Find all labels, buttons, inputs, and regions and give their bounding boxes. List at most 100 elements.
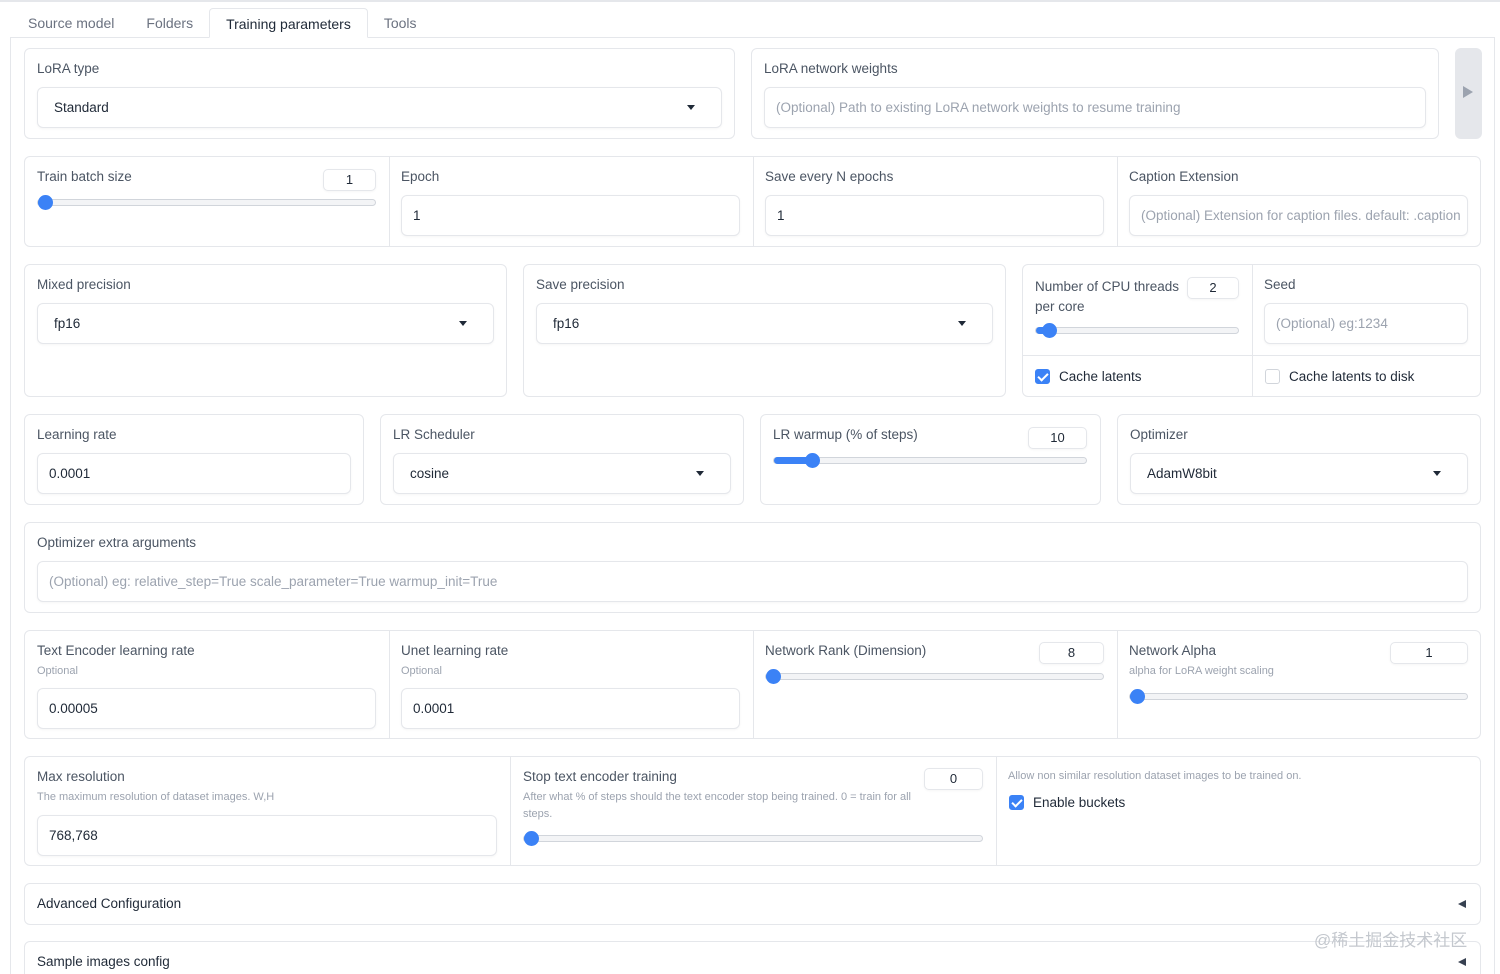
optimizer-value: AdamW8bit <box>1147 466 1217 481</box>
tab-training-parameters[interactable]: Training parameters <box>209 8 368 38</box>
mixed-precision-value: fp16 <box>54 316 81 331</box>
watermark: @稀土掘金技术社区 <box>1314 931 1468 950</box>
advanced-configuration-accordion[interactable]: Advanced Configuration <box>24 883 1481 925</box>
network-rank-slider[interactable] <box>765 669 1104 684</box>
divider <box>1117 631 1118 738</box>
save-precision-card: Save precision fp16 <box>523 264 1006 397</box>
network-alpha-number[interactable]: 1 <box>1390 642 1468 664</box>
chevron-down-icon <box>696 471 704 476</box>
lr-scheduler-select[interactable]: cosine <box>393 453 731 494</box>
text-encoder-lr-sublabel: Optional <box>37 665 78 677</box>
epoch-label: Epoch <box>401 169 440 184</box>
lora-weights-input[interactable]: (Optional) Path to existing LoRA network… <box>764 87 1426 128</box>
max-resolution-sublabel: The maximum resolution of dataset images… <box>37 791 275 803</box>
chevron-down-icon <box>687 105 695 110</box>
stop-te-slider[interactable] <box>523 831 983 846</box>
save-precision-value: fp16 <box>553 316 580 331</box>
epoch-input[interactable]: 1 <box>401 195 740 236</box>
divider <box>510 757 511 865</box>
max-resolution-input[interactable]: 768,768 <box>37 815 497 856</box>
network-alpha-label: Network Alpha <box>1129 643 1217 658</box>
lr-scheduler-label: LR Scheduler <box>393 427 475 442</box>
enable-buckets-label: Enable buckets <box>1033 795 1126 810</box>
stop-te-label: Stop text encoder training <box>523 769 677 784</box>
lr-warmup-number[interactable]: 10 <box>1028 427 1087 449</box>
seed-input[interactable]: (Optional) eg:1234 <box>1264 303 1468 344</box>
divider <box>1023 355 1480 356</box>
optimizer-args-input[interactable]: (Optional) eg: relative_step=True scale_… <box>37 561 1468 602</box>
slider-thumb[interactable] <box>1042 323 1058 338</box>
cpu-threads-label: Number of CPU threads per core <box>1035 277 1179 317</box>
divider <box>389 631 390 738</box>
tab-folders[interactable]: Folders <box>130 8 209 38</box>
triangle-left-icon <box>1458 900 1466 908</box>
caption-extension-input[interactable]: (Optional) Extension for caption files. … <box>1129 195 1468 236</box>
lr-network-row: Text Encoder learning rate Optional 0.00… <box>24 630 1481 739</box>
lora-weights-card: LoRA network weights (Optional) Path to … <box>751 48 1439 139</box>
divider <box>1252 265 1253 396</box>
enable-buckets-checkbox[interactable] <box>1009 795 1024 810</box>
lora-type-card: LoRA type Standard <box>24 48 735 139</box>
lr-scheduler-value: cosine <box>410 466 450 481</box>
lora-type-value: Standard <box>54 100 109 115</box>
stop-te-number[interactable]: 0 <box>924 768 983 790</box>
network-alpha-slider[interactable] <box>1129 689 1468 704</box>
save-precision-label: Save precision <box>536 277 625 292</box>
sample-images-accordion[interactable]: Sample images config <box>24 941 1481 974</box>
stop-te-sublabel: After what % of steps should the text en… <box>523 791 911 820</box>
side-folder-button[interactable] <box>1455 48 1482 139</box>
mixed-precision-card: Mixed precision fp16 <box>24 264 507 397</box>
cpu-threads-label-line2: per core <box>1035 299 1085 314</box>
chevron-down-icon <box>958 321 966 326</box>
tab-bar: Source model Folders Training parameters… <box>12 8 433 38</box>
tab-source-model[interactable]: Source model <box>12 8 130 38</box>
divider <box>1117 157 1118 246</box>
slider-thumb[interactable] <box>524 831 539 846</box>
train-batch-size-slider[interactable] <box>37 195 376 210</box>
slider-thumb[interactable] <box>766 669 781 684</box>
unet-lr-sublabel: Optional <box>401 665 442 677</box>
lora-weights-label: LoRA network weights <box>764 61 898 76</box>
optimizer-args-card: Optimizer extra arguments (Optional) eg:… <box>24 522 1481 613</box>
threads-seed-card: Number of CPU threads per core 2 Seed (O… <box>1022 264 1481 397</box>
cache-latents-disk-checkbox[interactable] <box>1265 369 1280 384</box>
cache-latents-disk-label: Cache latents to disk <box>1289 369 1415 384</box>
lora-type-select[interactable]: Standard <box>37 87 722 128</box>
mixed-precision-select[interactable]: fp16 <box>37 303 494 344</box>
slider-thumb[interactable] <box>1130 689 1145 704</box>
lora-type-label: LoRA type <box>37 61 100 76</box>
divider <box>996 757 997 865</box>
unet-lr-input[interactable]: 0.0001 <box>401 688 740 729</box>
optimizer-label: Optimizer <box>1130 427 1188 442</box>
network-alpha-sublabel: alpha for LoRA weight scaling <box>1129 665 1274 677</box>
caption-extension-label: Caption Extension <box>1129 169 1239 184</box>
resolution-buckets-row: Max resolution The maximum resolution of… <box>24 756 1481 866</box>
text-encoder-lr-input[interactable]: 0.00005 <box>37 688 376 729</box>
optimizer-select[interactable]: AdamW8bit <box>1130 453 1468 494</box>
tab-tools[interactable]: Tools <box>368 8 433 38</box>
save-every-input[interactable]: 1 <box>765 195 1104 236</box>
learning-rate-input[interactable]: 0.0001 <box>37 453 351 494</box>
mixed-precision-label: Mixed precision <box>37 277 131 292</box>
save-every-label: Save every N epochs <box>765 169 894 184</box>
cache-latents-checkbox[interactable] <box>1035 369 1050 384</box>
train-batch-size-number[interactable]: 1 <box>323 169 376 191</box>
learning-rate-card: Learning rate 0.0001 <box>24 414 364 505</box>
buckets-hint: Allow non similar resolution dataset ima… <box>1008 770 1302 782</box>
accordion-title: Sample images config <box>37 954 170 969</box>
cpu-threads-number[interactable]: 2 <box>1187 277 1239 299</box>
network-rank-label: Network Rank (Dimension) <box>765 643 927 658</box>
lr-scheduler-card: LR Scheduler cosine <box>380 414 744 505</box>
cpu-threads-slider[interactable] <box>1035 323 1239 338</box>
divider <box>753 631 754 738</box>
save-precision-select[interactable]: fp16 <box>536 303 993 344</box>
accordion-title: Advanced Configuration <box>37 896 182 911</box>
batch-epoch-row: Train batch size 1 Epoch 1 Save every N … <box>24 156 1481 247</box>
triangle-left-icon <box>1458 958 1466 966</box>
slider-thumb[interactable] <box>38 195 53 210</box>
cpu-threads-label-line1: Number of CPU threads <box>1035 279 1180 294</box>
unet-lr-label: Unet learning rate <box>401 643 509 658</box>
lr-warmup-slider[interactable] <box>773 453 1087 468</box>
slider-thumb[interactable] <box>805 453 821 468</box>
network-rank-number[interactable]: 8 <box>1039 642 1104 664</box>
